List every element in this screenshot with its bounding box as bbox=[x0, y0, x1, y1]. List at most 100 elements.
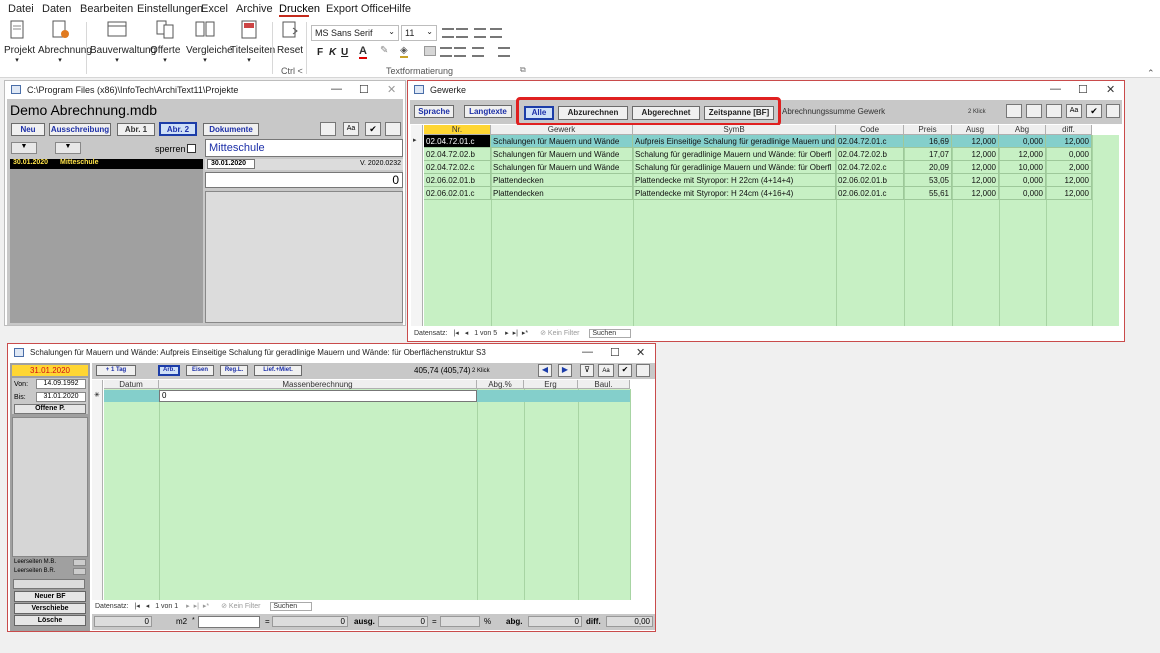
filter-icon[interactable]: ⊽ bbox=[580, 364, 594, 377]
maximize-icon[interactable]: ☐ bbox=[610, 346, 620, 359]
cell-symb[interactable]: Schalung für geradlinige Mauern und Wänd… bbox=[633, 161, 836, 174]
menu-hilfe[interactable]: Hilfe bbox=[389, 3, 411, 15]
cell-diff[interactable]: 12,000 bbox=[1046, 174, 1092, 187]
footer-input[interactable] bbox=[198, 616, 260, 628]
align-center-icon[interactable] bbox=[440, 47, 452, 57]
cell-nr[interactable]: 02.04.72.02.b bbox=[424, 148, 491, 161]
menu-archive[interactable]: Archive bbox=[236, 3, 273, 15]
exit-icon[interactable] bbox=[385, 122, 401, 136]
col-header-ausg[interactable]: Ausg bbox=[952, 125, 999, 135]
new-row-value-cells[interactable] bbox=[477, 390, 630, 402]
cell-preis[interactable]: 20,09 bbox=[904, 161, 952, 174]
cell-preis[interactable]: 16,69 bbox=[904, 135, 952, 148]
record-position[interactable]: 1 von 5 bbox=[474, 330, 497, 337]
cell-symb[interactable]: Plattendecke mit Styropor: H 22cm (4+14+… bbox=[633, 174, 836, 187]
cell-diff[interactable]: 12,000 bbox=[1046, 187, 1092, 200]
cell-code[interactable]: 02.06.02.01.b bbox=[836, 174, 904, 187]
filter-zeitspanne-button[interactable]: Zeitspanne [BF] bbox=[704, 106, 774, 120]
date-field[interactable]: 30.01.2020 bbox=[207, 159, 255, 169]
cell-preis[interactable]: 53,05 bbox=[904, 174, 952, 187]
menu-export-office[interactable]: Export Office bbox=[326, 3, 389, 15]
first-record-icon[interactable]: |◂ bbox=[453, 330, 458, 337]
col-header-symb[interactable]: SymB bbox=[633, 125, 836, 135]
cell-ausg[interactable]: 12,000 bbox=[952, 135, 999, 148]
eisen-button[interactable]: Eisen bbox=[186, 365, 214, 376]
align-left-icon[interactable] bbox=[424, 46, 436, 56]
checkmark-icon[interactable]: ✔ bbox=[365, 122, 381, 136]
calculator-icon[interactable] bbox=[1006, 104, 1022, 118]
filter-status[interactable]: Kein Filter bbox=[229, 603, 261, 610]
dialog-launcher-icon[interactable]: ⧉ bbox=[520, 65, 526, 75]
filter-icon[interactable]: ⊘ bbox=[221, 603, 227, 610]
font-size-select[interactable]: 11 ⌄ bbox=[401, 25, 437, 41]
cell-ausg[interactable]: 12,000 bbox=[952, 174, 999, 187]
leerseiten-br-field[interactable] bbox=[73, 568, 86, 575]
bis-field[interactable]: 31.01.2020 bbox=[36, 392, 86, 402]
font-color-icon[interactable]: A bbox=[359, 45, 367, 59]
col-header-code[interactable]: Code bbox=[836, 125, 904, 135]
close-icon[interactable]: ✕ bbox=[636, 346, 645, 359]
vergleiche-button[interactable]: Vergleiche ▾ bbox=[186, 20, 233, 64]
footer-value-4[interactable]: 0 bbox=[528, 616, 582, 627]
menu-daten[interactable]: Daten bbox=[42, 3, 71, 15]
arb-button[interactable]: Arb. bbox=[158, 365, 180, 376]
font-name-select[interactable]: MS Sans Serif ⌄ bbox=[311, 25, 399, 41]
abr1-button[interactable]: Abr. 1 bbox=[117, 123, 155, 136]
new-row-datum-cell[interactable] bbox=[104, 390, 159, 402]
col-header-nr[interactable]: Nr. bbox=[424, 125, 491, 135]
filter-icon[interactable]: ⊘ bbox=[540, 330, 546, 337]
filter-status[interactable]: Kein Filter bbox=[548, 330, 580, 337]
abrechnung-button[interactable]: Abrechnung ▾ bbox=[38, 20, 92, 64]
copy-icon[interactable] bbox=[1046, 104, 1062, 118]
sprache-button[interactable]: Sprache bbox=[414, 105, 454, 118]
fill-color-icon[interactable]: ◈ bbox=[400, 45, 408, 58]
footer-value-5[interactable]: 0,00 bbox=[606, 616, 653, 627]
menu-datei[interactable]: Datei bbox=[8, 3, 34, 15]
verschiebe-button[interactable]: Verschiebe bbox=[14, 603, 86, 614]
maximize-icon[interactable]: ☐ bbox=[1078, 83, 1088, 96]
abr2-button[interactable]: Abr. 2 bbox=[159, 122, 197, 136]
list-item-selected[interactable]: 30.01.2020 Mitteschule bbox=[10, 159, 203, 169]
cell-diff[interactable]: 12,000 bbox=[1046, 135, 1092, 148]
cell-code[interactable]: 02.06.02.01.c bbox=[836, 187, 904, 200]
sperren-checkbox[interactable] bbox=[187, 144, 196, 153]
col-header-gewerk[interactable]: Gewerk bbox=[491, 125, 633, 135]
bold-button[interactable]: F bbox=[317, 47, 323, 58]
menu-bearbeiten[interactable]: Bearbeiten bbox=[80, 3, 133, 15]
menu-drucken[interactable]: Drucken bbox=[279, 3, 320, 15]
record-position[interactable]: 1 von 1 bbox=[155, 603, 178, 610]
cell-ausg[interactable]: 12,000 bbox=[952, 187, 999, 200]
next-record-icon[interactable]: ▸ bbox=[505, 330, 509, 337]
cell-abg[interactable]: 0,000 bbox=[999, 174, 1046, 187]
cell-ausg[interactable]: 12,000 bbox=[952, 161, 999, 174]
col-header-diff[interactable]: diff. bbox=[1046, 125, 1092, 135]
cell-nr[interactable]: 02.04.72.01.c bbox=[424, 135, 491, 148]
dropdown-1-button[interactable]: ▼ bbox=[11, 142, 37, 154]
bf-list[interactable] bbox=[12, 417, 88, 557]
col-header-datum[interactable]: Datum bbox=[104, 380, 159, 389]
close-icon[interactable]: ✕ bbox=[1106, 83, 1115, 96]
amount-field[interactable]: 0 bbox=[205, 172, 403, 188]
exit-icon[interactable] bbox=[1106, 104, 1120, 118]
cell-gewerk[interactable]: Schalungen für Mauern und Wände bbox=[491, 135, 633, 148]
offerte-button[interactable]: Offerte ▾ bbox=[150, 20, 180, 64]
reset-button[interactable]: Reset bbox=[276, 20, 304, 56]
neuer-bf-button[interactable]: Neuer BF bbox=[14, 591, 86, 602]
cell-abg[interactable]: 0,000 bbox=[999, 187, 1046, 200]
grid-icon[interactable] bbox=[498, 47, 510, 57]
cell-preis[interactable]: 55,61 bbox=[904, 187, 952, 200]
cell-code[interactable]: 02.04.72.02.c bbox=[836, 161, 904, 174]
col-header-abg[interactable]: Abg bbox=[999, 125, 1046, 135]
checkmark-icon[interactable]: ✔ bbox=[618, 364, 632, 377]
footer-pct-field[interactable] bbox=[440, 616, 480, 627]
current-date[interactable]: 31.01.2020 bbox=[12, 365, 88, 376]
first-record-icon[interactable]: |◂ bbox=[134, 603, 139, 610]
font-icon[interactable]: Aa bbox=[598, 364, 614, 377]
col-header-massenberechnung[interactable]: Massenberechnung bbox=[159, 380, 477, 389]
menu-einstellungen[interactable]: Einstellungen bbox=[137, 3, 203, 15]
cell-gewerk[interactable]: Plattendecken bbox=[491, 187, 633, 200]
prev-record-icon[interactable]: ◂ bbox=[465, 330, 469, 337]
font-icon[interactable]: Aa bbox=[343, 122, 359, 136]
new-record-icon[interactable]: ▸* bbox=[522, 330, 528, 337]
prev-record-icon[interactable]: ◂ bbox=[146, 603, 150, 610]
